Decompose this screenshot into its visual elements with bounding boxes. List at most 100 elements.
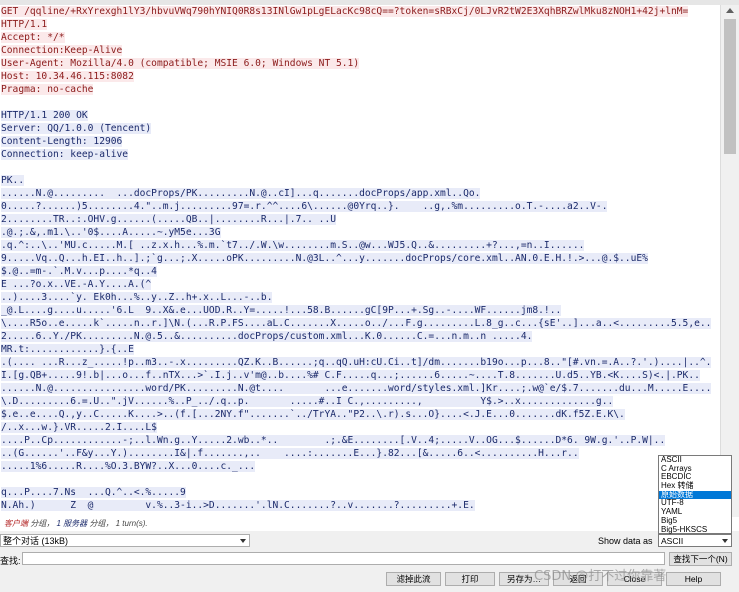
request-line: HTTP/1.1 [1,18,720,31]
request-line: Connection:Keep-Alive [1,44,720,57]
body-line-text: .@.;.&,.m1.\..'0$....A.....~.yM5e...3G [1,227,221,238]
body-line: q...P....7.Ns ...Q.^..<.%.....9 [1,486,720,499]
conversation-select-value: 整个对话 (13kB) [3,536,69,546]
body-line [1,473,720,486]
response-line: Server: QQ/1.0.0 (Tencent) [1,122,720,135]
show-data-value: ASCII [661,536,684,546]
request-line: Host: 10.34.46.115:8082 [1,70,720,83]
body-line: _@.L....g....u.....'6.L 9..X&.e...UOD.R.… [1,304,720,317]
find-label: 查找: [0,556,21,566]
body-line: .....1%6.....R....%O.3.BYW?..X...0....c.… [1,460,720,473]
body-line: ......N.@................word/PK........… [1,382,720,395]
response-line: HTTP/1.1 200 OK [1,109,720,122]
body-line-text: ......N.@......... ...docProps/PK.......… [1,188,481,199]
body-line: MR.t:............}.{..E [1,343,720,356]
conversation-select[interactable]: 整个对话 (13kB) [0,534,250,547]
status-client-count: 分组， [30,519,55,528]
body-line: 0.....?......)5........4."..m.j.........… [1,200,720,213]
body-line-text: .(.... ...R...z_.....!p..m3..-.x........… [1,357,712,368]
request-line-text: HTTP/1.1 [1,19,48,30]
body-line-text: _@.L....g....u.....'6.L 9..X&.e...UOD.R.… [1,305,562,316]
body-line: \....R5o..e.....k`.....n..r.]\N.(...R.P.… [1,317,720,330]
help-button[interactable]: Help [666,572,721,586]
body-line-text: .....1%6.....R....%O.3.BYW?..X...0....c.… [1,461,256,472]
scroll-thumb[interactable] [724,19,736,154]
body-line-text: N.Ah.) Z @ v.%..3-i..>D.......'.lN.C....… [1,500,475,511]
body-line: I.[g.QB+.....9!.b|...o...f..nTX...>`.I.j… [1,369,720,382]
watermark-text: CSDN @打不过你靠著 [534,569,667,584]
body-line-text: $.@..=m-.`.M.v...p....*q..4 [1,266,157,277]
show-data-select[interactable]: ASCII [658,534,732,547]
body-line-text: .q.^:..\..'MU.c.....M.[ ..z.x.h...%.m.`t… [1,240,585,251]
body-line: 2........TR..:.OHV.g......(.....QB..|...… [1,213,720,226]
body-line: ....P..Cp............-;..l.Wn.g..Y.....2… [1,434,720,447]
body-line: 9.....Vq..Q...h.EI..h..].;`g...;.X.....o… [1,252,720,265]
status-server: 1 服务器 [56,519,88,528]
response-line: Content-Length: 12906 [1,135,720,148]
body-line-text: MR.t:............}.{..E [1,344,134,355]
response-line-text: HTTP/1.1 200 OK [1,110,88,121]
stream-text: GET /qqline/+RxYrexgh1lY3/hbvuVWq790hYNI… [0,5,720,512]
body-line-text: ..)....3....`y. Ek0h...%..y..Z..h+.x..L.… [1,292,273,303]
response-line-text: Content-Length: 12906 [1,136,123,147]
body-line-text: $.e..e....Q.,y..C.....K....>..(f.[...2NY… [1,409,625,420]
response-line-text: Connection: keep-alive [1,149,129,160]
body-line: ......N.@......... ...docProps/PK.......… [1,187,720,200]
body-line: /..x...w.}.VR.....2.I....L$ [1,421,720,434]
request-line-text: Pragma: no-cache [1,84,94,95]
find-next-button[interactable]: 查找下一个(N) [669,552,732,566]
body-line-text: q...P....7.Ns ...Q.^..<.%.....9 [1,487,186,498]
stream-status: 客户端 分组， 1 服务器 分组， 1 turn(s). [0,517,739,531]
body-line: ..(G......'..F&y...Y.)........I&|.f.....… [1,447,720,460]
body-line: .@.;.&,.m1.\..'0$....A.....~.yM5e...3G [1,226,720,239]
scroll-up-icon[interactable] [726,8,734,13]
vertical-scrollbar[interactable] [720,5,739,517]
body-line: \.D.........6.=.U..".jV......%..P_../.q.… [1,395,720,408]
body-line: PK.. [1,174,720,187]
body-line: E ...?o.x..VE.-A.Y....A.(^ [1,278,720,291]
body-line: .(.... ...R...z_.....!p..m3..-.x........… [1,356,720,369]
show-data-label: Show data as [598,536,653,546]
body-line-text: ....P..Cp............-;..l.Wn.g..Y.....2… [1,435,666,446]
status-turns: 1 turn(s). [115,519,148,528]
body-line-text: I.[g.QB+.....9!.b|...o...f..nTX...>`.I.j… [1,370,700,381]
body-line-text: /..x...w.}.VR.....2.I....L$ [1,422,157,433]
body-line-text: \....R5o..e.....k`.....n..r.]\N.(...R.P.… [1,318,712,329]
status-server-count: 分组， [89,519,114,528]
body-line: $.@..=m-.`.M.v...p....*q..4 [1,265,720,278]
body-line-text: PK.. [1,175,25,186]
status-client: 客户端 [4,519,28,528]
request-line: User-Agent: Mozilla/4.0 (compatible; MSI… [1,57,720,70]
show-data-dropdown[interactable]: ASCII C Arrays EBCDIC Hex 转储 原始数据 UTF-8 YAML Bi… [658,455,732,534]
show-data-option[interactable]: Big5-HKSCS [659,525,731,535]
request-line-text: User-Agent: Mozilla/4.0 (compatible; MSI… [1,58,360,69]
request-line-text: Accept: */* [1,32,65,43]
body-line-text: E ...?o.x..VE.-A.Y....A.(^ [1,279,152,290]
request-line-text: Connection:Keep-Alive [1,45,123,56]
request-line: Pragma: no-cache [1,83,720,96]
body-line-text: 9.....Vq..Q...h.EI..h..].;`g...;.X.....o… [1,253,648,264]
print-button[interactable]: 打印 [445,572,495,586]
stream-content[interactable]: GET /qqline/+RxYrexgh1lY3/hbvuVWq790hYNI… [0,5,720,517]
filter-out-button[interactable]: 滤掉此流 [386,572,441,586]
body-line-text: \.D.........6.=.U..".jV......%..P_../.q.… [1,396,614,407]
body-line: $.e..e....Q.,y..C.....K....>..(f.[...2NY… [1,408,720,421]
body-line: N.Ah.) Z @ v.%..3-i..>D.......'.lN.C....… [1,499,720,512]
chevron-down-icon [240,539,246,543]
body-line-text: ..(G......'..F&y...Y.)........I&|.f.....… [1,448,579,459]
body-line: ..)....3....`y. Ek0h...%..y..Z..h+.x..L.… [1,291,720,304]
request-line-text: GET /qqline/+RxYrexgh1lY3/hbvuVWq790hYNI… [1,6,689,17]
body-line-text: ......N.@................word/PK........… [1,383,712,394]
body-line-text: 2.....6..Y./PK.........N.@.5..&.........… [1,331,533,342]
body-line-text: 0.....?......)5........4."..m.j.........… [1,201,608,212]
request-line: Accept: */* [1,31,720,44]
request-line-text: Host: 10.34.46.115:8082 [1,71,134,82]
body-line: 2.....6..Y./PK.........N.@.5..&.........… [1,330,720,343]
request-line: GET /qqline/+RxYrexgh1lY3/hbvuVWq790hYNI… [1,5,720,18]
body-line: .q.^:..\..'MU.c.....M.[ ..z.x.h...%.m.`t… [1,239,720,252]
options-row: 整个对话 (13kB) Show data as ASCII [0,533,739,549]
response-line-text: Server: QQ/1.0.0 (Tencent) [1,123,152,134]
find-input[interactable] [22,552,665,565]
